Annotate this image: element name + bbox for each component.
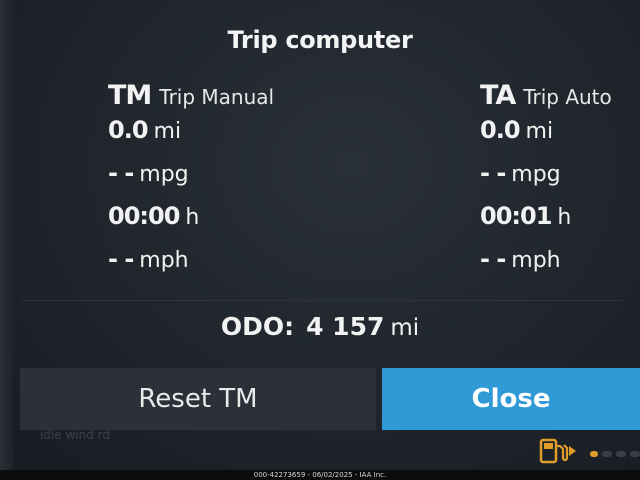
distance-value: 0.0 — [108, 116, 149, 144]
time-value: 00:01 — [480, 202, 552, 230]
speed-unit: mph — [139, 248, 189, 273]
background-text: idle wind rd — [40, 428, 111, 442]
odometer-value: 4 157 — [306, 312, 385, 341]
fuel-pump-icon — [539, 438, 576, 464]
watermark-footer: 000-42273659 - 06/02/2025 - IAA Inc. — [0, 470, 640, 480]
economy-unit: mpg — [511, 162, 561, 187]
trip-computer-screen: Trip computer TM Trip Manual 0.0 mi - - … — [0, 0, 640, 470]
trip-manual-abbr: TM — [108, 80, 152, 111]
time-unit: h — [185, 205, 200, 230]
distance-unit: mi — [153, 119, 182, 144]
speed-value: - - — [480, 245, 506, 273]
trip-manual-name: Trip Manual — [159, 85, 275, 109]
odometer: ODO: 4 157 mi — [0, 312, 640, 341]
trip-auto-time: 00:01 h — [480, 202, 612, 245]
economy-value: - - — [108, 159, 134, 187]
time-unit: h — [557, 205, 572, 230]
trip-manual-header: TM Trip Manual — [108, 80, 274, 116]
economy-value: - - — [480, 159, 506, 187]
distance-unit: mi — [525, 119, 554, 144]
screen-bezel — [0, 0, 14, 470]
close-button[interactable]: Close — [382, 368, 640, 430]
trip-manual-speed: - - mph — [108, 245, 274, 288]
trip-auto-economy: - - mpg — [480, 159, 612, 202]
fuel-level-gauge — [590, 451, 640, 457]
odometer-unit: mi — [390, 315, 420, 341]
trip-auto-header: TA Trip Auto — [480, 80, 612, 116]
time-value: 00:00 — [108, 202, 180, 230]
odometer-label: ODO: — [220, 312, 295, 341]
trip-auto-distance: 0.0 mi — [480, 116, 612, 159]
page-title: Trip computer — [227, 26, 413, 54]
economy-unit: mpg — [139, 162, 189, 187]
trip-auto-column: TA Trip Auto 0.0 mi - - mpg 00:01 h - - … — [480, 80, 612, 288]
trip-auto-abbr: TA — [480, 80, 516, 111]
speed-value: - - — [108, 245, 134, 273]
reset-tm-button[interactable]: Reset TM — [20, 368, 376, 430]
trip-manual-distance: 0.0 mi — [108, 116, 274, 159]
trip-manual-time: 00:00 h — [108, 202, 274, 245]
trip-manual-column: TM Trip Manual 0.0 mi - - mpg 00:00 h - … — [108, 80, 274, 288]
speed-unit: mph — [511, 248, 561, 273]
divider — [22, 300, 622, 301]
trip-manual-economy: - - mpg — [108, 159, 274, 202]
distance-value: 0.0 — [480, 116, 521, 144]
trip-auto-name: Trip Auto — [523, 85, 612, 109]
trip-auto-speed: - - mph — [480, 245, 612, 288]
